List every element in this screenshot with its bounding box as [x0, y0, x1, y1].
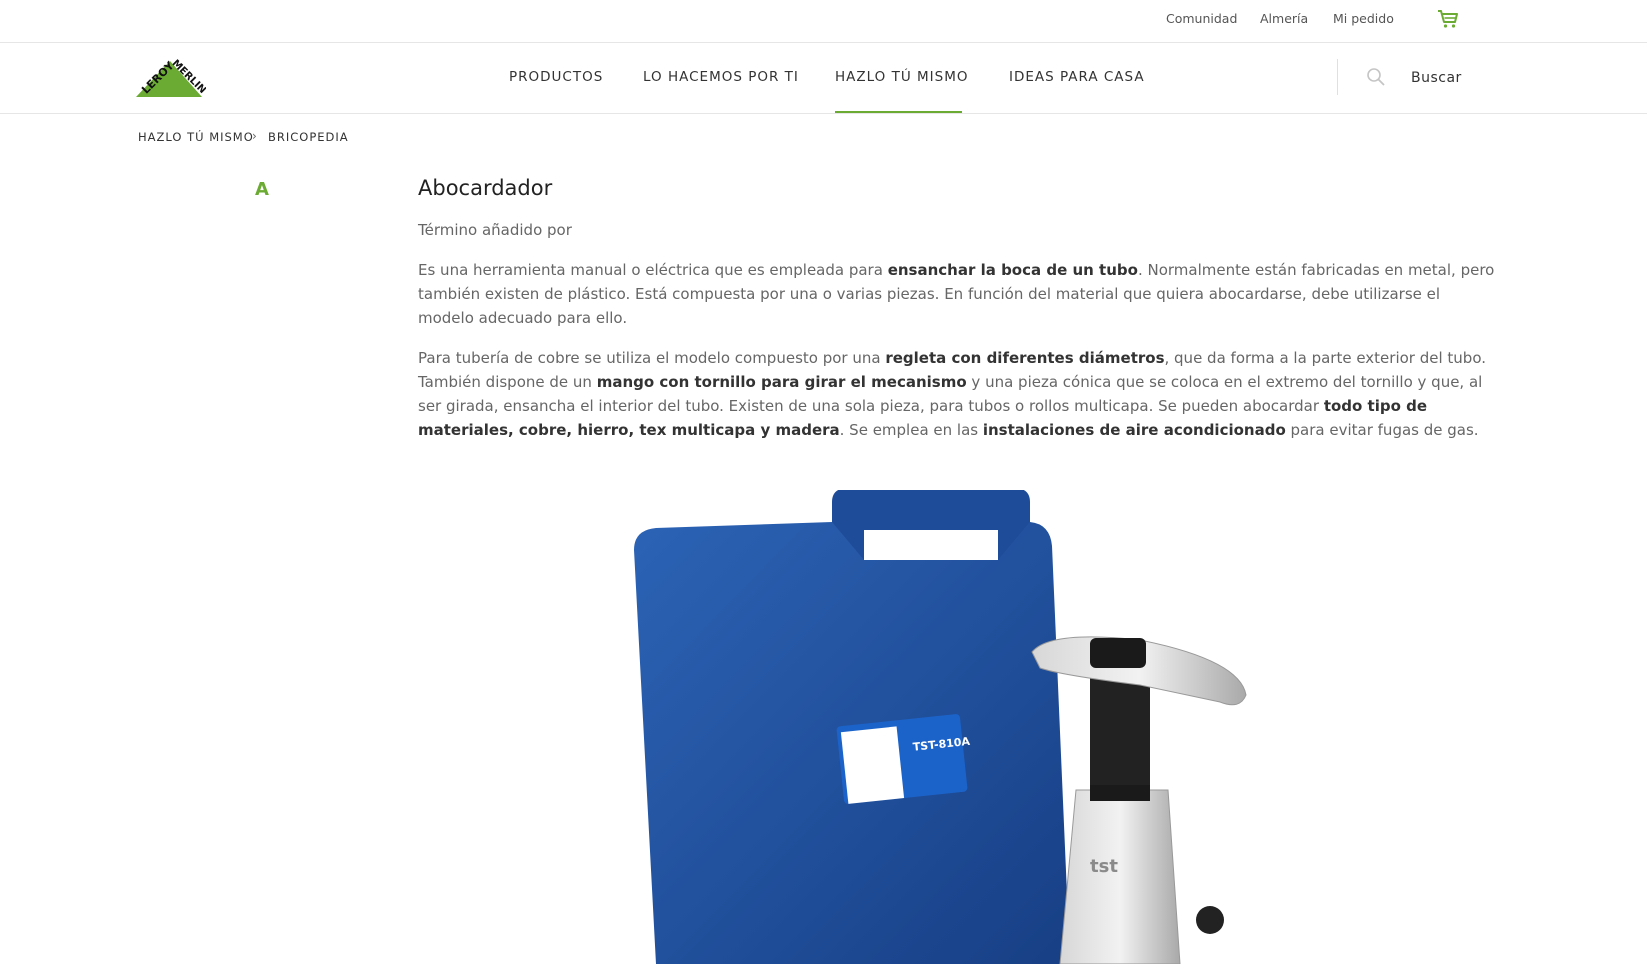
product-image: TST-810A tst [620, 488, 1280, 965]
main-navbar: LEROY MERLIN PRODUCTOS LO HACEMOS POR TI… [0, 43, 1647, 114]
author-line: Término añadido por [418, 221, 572, 239]
nav-divider [1337, 59, 1338, 95]
store-selector-link[interactable]: Almería [1260, 11, 1308, 26]
nav-lo-hacemos-por-ti[interactable]: LO HACEMOS POR TI [643, 69, 799, 85]
tool-brand-text: tst [1090, 856, 1118, 877]
active-tab-indicator [835, 111, 962, 113]
search-button[interactable]: Buscar [1411, 70, 1462, 86]
cart-icon[interactable] [1436, 7, 1460, 31]
article-paragraph-2: Para tubería de cobre se utiliza el mode… [418, 349, 1486, 439]
chevron-right-icon: › [252, 129, 257, 143]
utility-bar: Comunidad Almería Mi pedido [0, 0, 1647, 43]
alphabet-letter[interactable]: A [255, 179, 269, 200]
nav-hazlo-tu-mismo[interactable]: HAZLO TÚ MISMO [835, 69, 968, 85]
nav-productos[interactable]: PRODUCTOS [509, 69, 603, 85]
search-icon[interactable] [1366, 67, 1386, 87]
article-title: Abocardador [418, 176, 553, 200]
nav-ideas-para-casa[interactable]: IDEAS PARA CASA [1009, 69, 1145, 85]
breadcrumb-bricopedia[interactable]: BRICOPEDIA [268, 130, 349, 144]
leroy-merlin-logo[interactable]: LEROY MERLIN [136, 55, 208, 101]
article-paragraph-1: Es una herramienta manual o eléctrica qu… [418, 261, 1495, 327]
my-order-link[interactable]: Mi pedido [1333, 11, 1394, 26]
breadcrumb-hazlo-tu-mismo[interactable]: HAZLO TÚ MISMO [138, 130, 254, 144]
community-link[interactable]: Comunidad [1166, 11, 1237, 26]
